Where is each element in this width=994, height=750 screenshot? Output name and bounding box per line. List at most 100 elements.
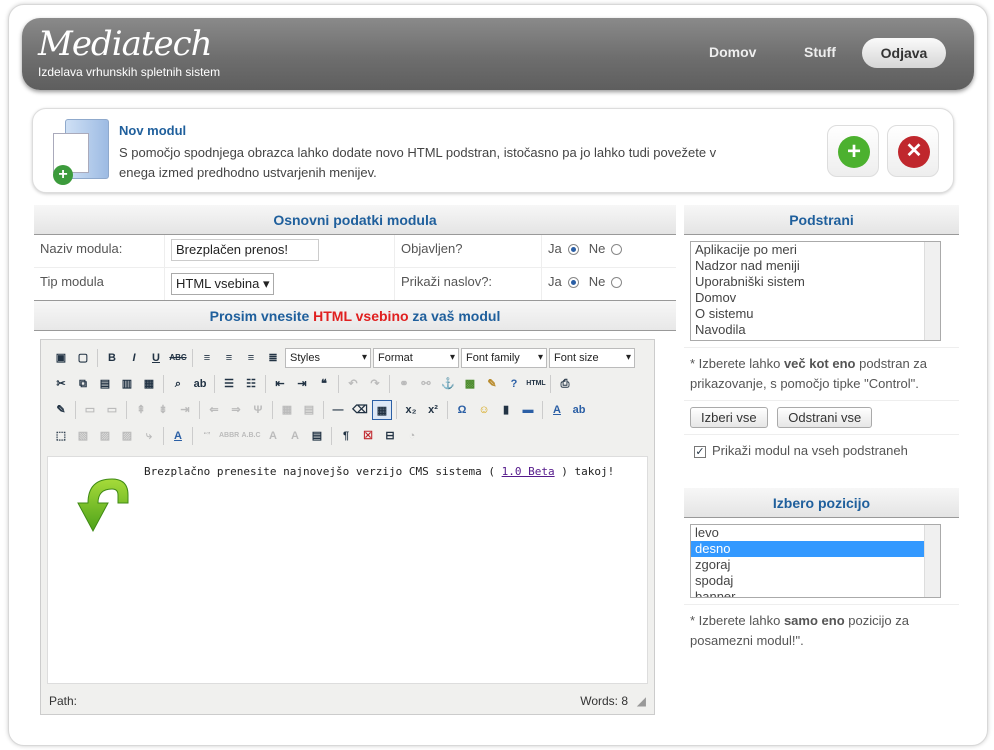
list-item-selected[interactable]: desno [691,541,940,557]
show-title-no-radio[interactable] [611,277,623,289]
position-listbox[interactable]: levo desno zgoraj spodaj banner [690,524,941,598]
new-document-icon[interactable]: ▢ [73,348,93,368]
font-size-select[interactable]: Font size [549,348,635,368]
print-icon[interactable]: ⎙ [555,374,575,394]
delete-row-icon[interactable]: ⇥ [175,400,195,420]
show-all-checkbox[interactable]: ✓ [694,445,706,458]
split-cells-icon[interactable]: ▦ [277,400,297,420]
module-name-input[interactable]: Brezplačen prenos! [171,239,319,261]
numbered-list-icon[interactable]: ☷ [241,374,261,394]
paste-word-icon[interactable]: ▦ [139,374,159,394]
published-no-radio[interactable] [611,244,623,256]
format-select[interactable]: Format [373,348,459,368]
add-button[interactable]: + [827,125,879,177]
visual-aid-icon[interactable]: ⬚ [51,426,71,446]
horizontal-rule-icon[interactable]: — [328,400,348,420]
move-forward-icon[interactable]: ▨ [95,426,115,446]
styles-select[interactable]: Styles [285,348,371,368]
strikethrough-icon[interactable]: ABC [168,348,188,368]
bullet-list-icon[interactable]: ☰ [219,374,239,394]
cancel-button[interactable]: ✕ [887,125,939,177]
undo-icon[interactable]: ↶ [343,374,363,394]
subpages-listbox[interactable]: Aplikacije po meri Nadzor nad meniji Upo… [690,241,941,341]
style-props-icon[interactable]: A [168,426,188,446]
select-all-button[interactable]: Izberi vse [690,407,768,428]
page-break-icon[interactable]: ⊟ [380,426,400,446]
subscript-icon[interactable]: x₂ [401,400,421,420]
edit-icon[interactable]: ✎ [51,400,71,420]
resize-handle-icon[interactable]: ◢ [637,694,646,708]
insert-text-icon[interactable]: A [285,426,305,446]
list-item[interactable]: Domov [691,290,940,306]
show-blocks-icon[interactable]: ¶ [336,426,356,446]
attributes-icon[interactable]: ▤ [307,426,327,446]
anchor-icon[interactable]: ⚓ [438,374,458,394]
align-center-icon[interactable]: ≡ [219,348,239,368]
table-cell-props-icon[interactable]: ▭ [102,400,122,420]
indent-icon[interactable]: ⇥ [292,374,312,394]
merge-cells-icon[interactable]: ▤ [299,400,319,420]
insert-row-after-icon[interactable]: ⇟ [153,400,173,420]
list-item[interactable]: Nadzor nad meniji [691,258,940,274]
emoticon-icon[interactable]: ☺ [474,400,494,420]
html-source-icon[interactable]: HTML [526,374,546,394]
nonbreaking-icon[interactable]: ☒ [358,426,378,446]
copy-icon[interactable]: ⧉ [73,374,93,394]
remove-format-icon[interactable]: ⌫ [350,400,370,420]
insert-col-after-icon[interactable]: ⇒ [226,400,246,420]
cut-icon[interactable]: ✂ [51,374,71,394]
list-item[interactable]: zgoraj [691,557,940,573]
text-color-icon[interactable]: A [547,400,567,420]
cleanup-icon[interactable]: ✎ [482,374,502,394]
list-item[interactable]: Aplikacije po meri [691,242,940,258]
list-item[interactable]: Uporabniški sistem [691,274,940,290]
module-type-select[interactable]: HTML vsebina ▾ [171,273,275,295]
align-justify-icon[interactable]: ≣ [263,348,283,368]
align-right-icon[interactable]: ≡ [241,348,261,368]
insert-layer-icon[interactable]: ▧ [73,426,93,446]
list-item[interactable]: Navodila [691,322,940,338]
insert-col-before-icon[interactable]: ⇐ [204,400,224,420]
align-left-icon[interactable]: ≡ [197,348,217,368]
list-item[interactable]: levo [691,525,940,541]
help-icon[interactable]: ? [504,374,524,394]
acronym-icon[interactable]: A.B.C [241,426,261,446]
table-row-props-icon[interactable]: ▭ [80,400,100,420]
cite-icon[interactable]: “” [197,426,217,446]
logout-button[interactable]: Odjava [862,38,946,68]
absolute-icon[interactable]: ⤷ [139,426,159,446]
published-yes-radio[interactable] [567,244,579,256]
special-char-icon[interactable]: Ω [452,400,472,420]
table-icon[interactable]: ▦ [372,400,392,420]
save-icon[interactable]: ▣ [51,348,71,368]
insert-row-before-icon[interactable]: ⇞ [131,400,151,420]
list-item[interactable]: O sistemu [691,306,940,322]
underline-icon[interactable]: U [146,348,166,368]
delete-col-icon[interactable]: Ψ [248,400,268,420]
media-icon[interactable]: ▮ [496,400,516,420]
move-backward-icon[interactable]: ▨ [117,426,137,446]
version-link[interactable]: 1.0 Beta [502,465,555,478]
abbr-icon[interactable]: ABBR [219,426,239,446]
link-icon[interactable]: ⚭ [394,374,414,394]
redo-icon[interactable]: ↷ [365,374,385,394]
list-item[interactable]: banner [691,589,940,597]
bold-icon[interactable]: B [102,348,122,368]
find-icon[interactable]: ⌕ [168,374,188,394]
italic-icon[interactable]: I [124,348,144,368]
editor-content-area[interactable]: Brezplačno prenesite najnovejšo verzijo … [47,456,648,684]
background-color-icon[interactable]: ab [569,400,589,420]
paste-icon[interactable]: ▤ [95,374,115,394]
template-icon[interactable]: ◔ [402,426,422,446]
list-item[interactable]: spodaj [691,573,940,589]
outdent-icon[interactable]: ⇤ [270,374,290,394]
remove-all-button[interactable]: Odstrani vse [777,407,873,428]
hr-line-icon[interactable]: ▬ [518,400,538,420]
subpages-scrollbar[interactable] [924,242,940,340]
replace-icon[interactable]: ab [190,374,210,394]
editor-text[interactable]: Brezplačno prenesite najnovejšo verzijo … [144,465,614,478]
nav-stuff[interactable]: Stuff [804,44,836,60]
font-family-select[interactable]: Font family [461,348,547,368]
unlink-icon[interactable]: ⚯ [416,374,436,394]
superscript-icon[interactable]: x² [423,400,443,420]
